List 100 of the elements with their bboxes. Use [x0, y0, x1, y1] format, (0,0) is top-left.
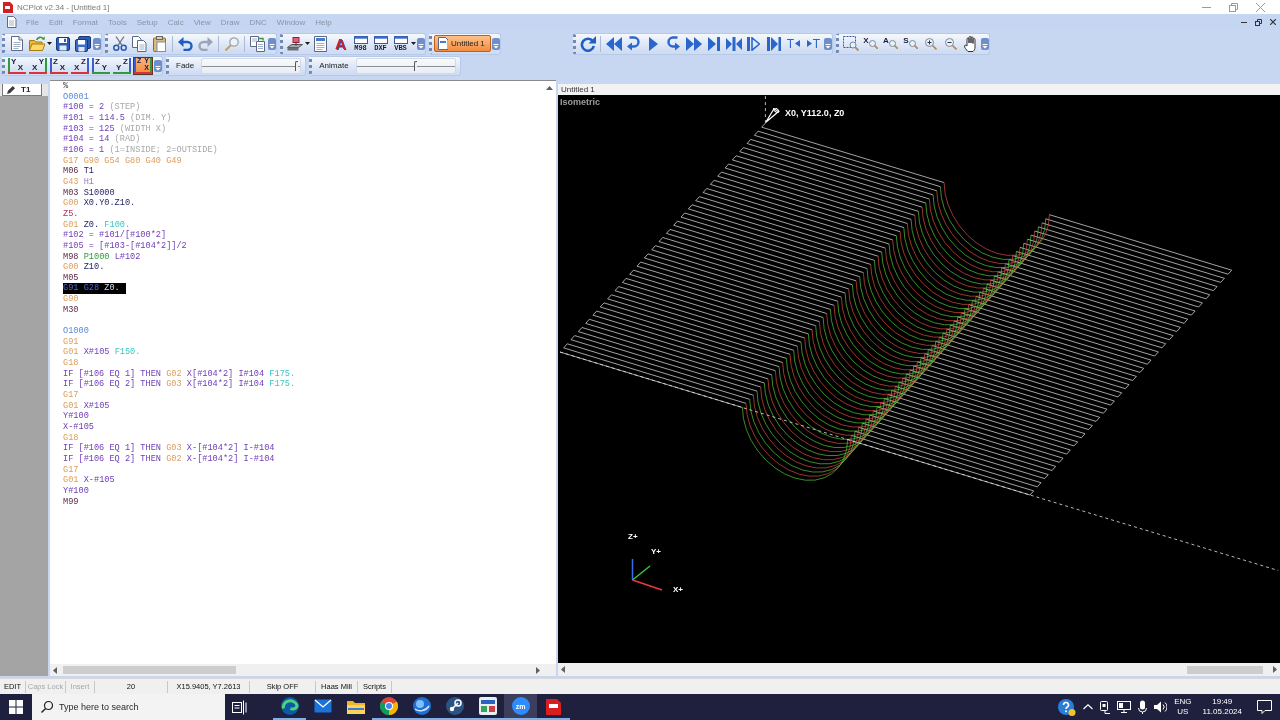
dropdown-icon[interactable]	[93, 37, 101, 50]
piston-circle-icon	[445, 697, 464, 715]
code-line: #100 = 2 (STEP)	[63, 102, 142, 113]
help-icon[interactable]	[1058, 698, 1077, 716]
view-button[interactable]: X Y	[28, 56, 48, 75]
toolbar-button[interactable]: X	[861, 33, 880, 54]
save-icon[interactable]	[55, 36, 70, 51]
four-panes-icon	[9, 700, 23, 714]
code-line: G17	[63, 464, 80, 476]
notification-icon[interactable]	[1257, 700, 1272, 714]
animate-slider[interactable]	[355, 57, 456, 74]
curved-arrow-icon[interactable]	[627, 36, 640, 51]
pencil-icon	[7, 85, 15, 94]
restore-icon[interactable]	[1255, 18, 1262, 26]
network-icon[interactable]	[1117, 701, 1132, 713]
triangle-right-icon[interactable]	[536, 666, 540, 674]
search-field[interactable]: Type here to search	[32, 694, 225, 720]
zoom-in-icon[interactable]	[924, 37, 937, 50]
scrollbar-thumb[interactable]	[1187, 665, 1263, 674]
scrollbar-thumb[interactable]	[63, 666, 236, 674]
code-line: G91	[63, 336, 80, 348]
bar-triangle-bar-icon[interactable]	[766, 36, 781, 51]
device-icon[interactable]	[1100, 700, 1111, 714]
slider-thumb[interactable]	[295, 60, 299, 71]
copy-icon[interactable]	[132, 35, 147, 52]
dropdown-icon[interactable]	[154, 59, 162, 72]
clipboard-icon[interactable]	[153, 35, 166, 52]
curved-arrow-icon[interactable]	[667, 36, 680, 51]
dropdown-icon[interactable]	[824, 37, 832, 50]
code-line: #103 = 125 (WIDTH X)	[63, 123, 168, 134]
chevron-up-icon[interactable]	[1083, 704, 1094, 710]
document-icon[interactable]	[314, 35, 327, 52]
slider-label: Fade	[176, 61, 195, 70]
zoom-box-icon[interactable]	[842, 36, 859, 51]
taskbar-button[interactable]	[273, 694, 306, 720]
document-icon[interactable]	[7, 16, 17, 28]
undo-icon[interactable]	[178, 36, 193, 51]
view-button[interactable]: Z Y	[91, 56, 111, 75]
triangle-left-icon[interactable]	[53, 666, 57, 674]
code-line: G17	[63, 390, 80, 401]
clock[interactable]: 19:49 11.05.2024	[1202, 697, 1242, 717]
floppy-disks-icon[interactable]	[74, 35, 91, 52]
dropdown-icon[interactable]	[981, 37, 989, 50]
toolbar-button[interactable]: T	[804, 33, 823, 54]
toolbar-button[interactable]: T	[784, 33, 803, 54]
code-line: Y#100	[63, 485, 90, 497]
code-line: M05	[63, 272, 80, 284]
play-icon[interactable]	[649, 36, 658, 51]
view-name: Isometric	[560, 97, 601, 107]
code-line: IF [#106 EQ 2] THEN G02 X-[#104*2] I-#104	[63, 453, 276, 465]
triangle-up-icon[interactable]	[546, 86, 553, 90]
triangles-bar-icon[interactable]	[725, 36, 742, 51]
language-indicator[interactable]: ENG US	[1174, 697, 1192, 717]
window-title: NCPlot v2.34 - [Untitled 1]	[17, 2, 110, 12]
triangle-left-icon[interactable]	[561, 666, 565, 673]
tool-position: X0, Y112.0, Z0	[785, 108, 845, 118]
task-view-icon[interactable]	[232, 699, 247, 715]
fade-slider[interactable]	[201, 57, 302, 74]
toolbar-button[interactable]: A	[881, 33, 900, 54]
view-button[interactable]: Y X	[7, 56, 27, 75]
dropdown-icon[interactable]	[491, 37, 500, 50]
document-tab[interactable]: Untitled 1	[434, 35, 491, 52]
zoom-out-icon[interactable]	[944, 37, 957, 50]
code-line: O1000	[63, 326, 90, 337]
view-button[interactable]: Z X	[49, 56, 69, 75]
view-button[interactable]: Y Z	[112, 56, 132, 75]
dropdown-icon[interactable]	[268, 37, 276, 50]
caret-icon[interactable]	[47, 42, 52, 45]
tool-tab[interactable]: T1	[2, 84, 42, 96]
triangle-right-icon[interactable]	[1273, 666, 1277, 673]
microphone-icon[interactable]	[1138, 700, 1148, 714]
taskbar-button[interactable]	[405, 694, 438, 720]
slider-thumb[interactable]	[414, 60, 418, 71]
bar-triangle-icon[interactable]	[747, 36, 760, 51]
documents-icon[interactable]	[250, 35, 265, 52]
window-icon	[373, 35, 388, 44]
speaker-icon[interactable]	[1154, 701, 1168, 713]
fast-forward-icon[interactable]	[685, 36, 702, 51]
scissors-icon[interactable]	[112, 36, 127, 51]
taskbar-button[interactable]	[438, 694, 471, 720]
machine-icon[interactable]	[286, 36, 303, 51]
hand-icon[interactable]	[964, 35, 977, 52]
code-line: M03 S10000	[63, 187, 116, 199]
window-icon	[353, 35, 368, 44]
code-line: G01 X#105	[63, 400, 111, 412]
caret-icon[interactable]	[411, 42, 416, 45]
view-button[interactable]: X Z	[70, 56, 90, 75]
triangle-bar-icon[interactable]	[707, 36, 720, 51]
viewport[interactable]: Isometric X0, Y112.0, Z0 Z+ Y+ X+	[558, 95, 1280, 663]
taskbar-button[interactable]	[372, 694, 405, 720]
toolbar-button[interactable]: A	[331, 33, 350, 54]
close-icon[interactable]	[1270, 19, 1276, 25]
refresh-icon[interactable]	[579, 35, 596, 52]
rewind-icon[interactable]	[605, 36, 622, 51]
viewport-title: Untitled 1	[558, 84, 1280, 95]
caret-icon[interactable]	[305, 42, 310, 45]
toolbar-button[interactable]: S	[901, 33, 920, 54]
new-document-icon[interactable]	[10, 36, 23, 51]
code-line: Y#100	[63, 411, 90, 422]
minimize-icon[interactable]	[1241, 21, 1247, 23]
